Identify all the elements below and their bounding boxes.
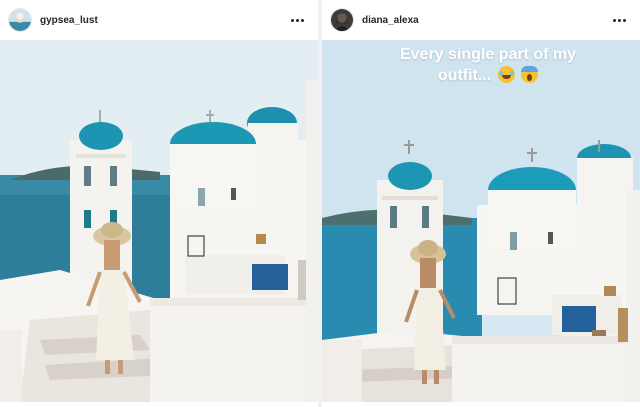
post-header: gypsea_lust [0, 0, 318, 40]
post-photo[interactable] [0, 40, 318, 402]
user-avatar[interactable] [330, 8, 354, 32]
username[interactable]: diana_alexa [362, 15, 610, 26]
instagram-post-left: gypsea_lust [0, 0, 318, 407]
story-caption-overlay: Every single part of my outfit... [322, 44, 640, 86]
instagram-post-right: diana_alexa Every single part of my outf… [322, 0, 640, 407]
caption-text: Every single part of my outfit... [399, 46, 577, 84]
username[interactable]: gypsea_lust [40, 15, 288, 26]
user-avatar[interactable] [8, 8, 32, 32]
post-header: diana_alexa [322, 0, 640, 40]
more-options-icon[interactable] [288, 13, 306, 27]
screaming-face-emoji-icon [521, 66, 539, 83]
post-photo[interactable] [322, 40, 640, 402]
laughing-tears-emoji-icon [497, 66, 515, 83]
more-options-icon[interactable] [610, 13, 628, 27]
